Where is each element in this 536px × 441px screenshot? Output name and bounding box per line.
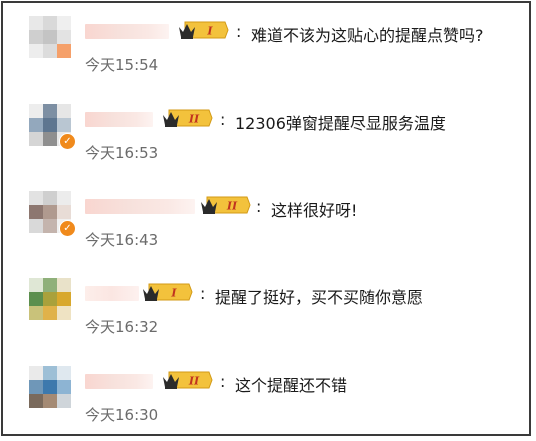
avatar[interactable]	[29, 278, 71, 320]
avatar-pixel	[43, 205, 57, 219]
avatar-pixel	[29, 292, 43, 306]
avatar-pixel	[57, 366, 71, 380]
comment-time: 今天16:32	[85, 318, 159, 336]
avatar-pixel	[57, 306, 71, 320]
avatar-pixel	[43, 366, 57, 380]
comment-list: I : 难道不该为这贴心的提醒点赞吗? 今天15:54 ✓ II : 12306…	[1, 1, 531, 436]
avatar-pixel	[43, 16, 57, 30]
badge-level-text: II	[188, 113, 200, 126]
avatar[interactable]	[29, 16, 71, 58]
avatar-pixel	[29, 191, 43, 205]
avatar-pixel	[29, 205, 43, 219]
comment-text: 12306弹窗提醒尽显服务温度	[235, 114, 446, 133]
avatar-pixel	[43, 132, 57, 146]
avatar-pixel	[43, 278, 57, 292]
avatar-pixel	[43, 44, 57, 58]
avatar-pixel	[57, 44, 71, 58]
comment-time: 今天15:54	[85, 56, 159, 74]
membership-crown-badge[interactable]: I	[141, 281, 193, 303]
avatar-pixel	[29, 394, 43, 408]
avatar-pixel	[43, 394, 57, 408]
membership-crown-badge[interactable]: II	[161, 369, 213, 391]
avatar-pixel	[29, 118, 43, 132]
membership-crown-badge[interactable]: II	[161, 107, 213, 129]
avatar-pixel	[57, 205, 71, 219]
avatar-pixel	[43, 104, 57, 118]
avatar-pixel	[57, 394, 71, 408]
comment-time: 今天16:53	[85, 144, 159, 162]
username-blurred[interactable]	[85, 112, 153, 127]
avatar-pixel	[29, 16, 43, 30]
avatar-pixel	[29, 219, 43, 233]
comment-text: 难道不该为这贴心的提醒点赞吗?	[251, 26, 484, 45]
avatar-pixel	[43, 306, 57, 320]
verified-badge-icon: ✓	[59, 133, 76, 150]
comment-text: 提醒了挺好，买不买随你意愿	[215, 288, 424, 307]
avatar-pixel	[57, 104, 71, 118]
avatar-pixel	[29, 278, 43, 292]
badge-level-text: II	[226, 200, 238, 213]
comment-text: 这样很好呀!	[271, 201, 358, 220]
avatar-pixel	[29, 44, 43, 58]
badge-level-text: I	[206, 25, 213, 38]
username-blurred[interactable]	[85, 24, 169, 39]
avatar-pixel	[57, 292, 71, 306]
colon-separator: :	[200, 284, 206, 303]
avatar-pixel	[43, 292, 57, 306]
username-blurred[interactable]	[85, 199, 195, 214]
username-blurred[interactable]	[85, 374, 153, 389]
verified-badge-icon: ✓	[59, 220, 76, 237]
avatar-pixel	[43, 380, 57, 394]
username-blurred[interactable]	[85, 286, 139, 301]
colon-separator: :	[236, 22, 242, 41]
colon-separator: :	[256, 197, 262, 216]
avatar-pixel	[57, 380, 71, 394]
comment-text: 这个提醒还不错	[235, 376, 348, 395]
avatar-pixel	[57, 191, 71, 205]
avatar[interactable]	[29, 366, 71, 408]
avatar-pixel	[43, 219, 57, 233]
membership-crown-badge[interactable]: II	[199, 194, 251, 216]
avatar-pixel	[57, 16, 71, 30]
colon-separator: :	[220, 110, 226, 129]
avatar-pixel	[29, 366, 43, 380]
avatar-pixel	[43, 191, 57, 205]
badge-level-text: I	[170, 287, 177, 300]
avatar-pixel	[43, 118, 57, 132]
membership-crown-badge[interactable]: I	[177, 19, 229, 41]
comment-time: 今天16:30	[85, 406, 159, 424]
avatar-pixel	[29, 306, 43, 320]
avatar-pixel	[57, 30, 71, 44]
avatar-pixel	[29, 132, 43, 146]
avatar-pixel	[43, 30, 57, 44]
avatar-pixel	[57, 278, 71, 292]
avatar-pixel	[29, 104, 43, 118]
avatar-pixel	[57, 118, 71, 132]
comment-time: 今天16:43	[85, 231, 159, 249]
colon-separator: :	[220, 372, 226, 391]
avatar-pixel	[29, 380, 43, 394]
avatar-pixel	[29, 30, 43, 44]
badge-level-text: II	[188, 375, 200, 388]
